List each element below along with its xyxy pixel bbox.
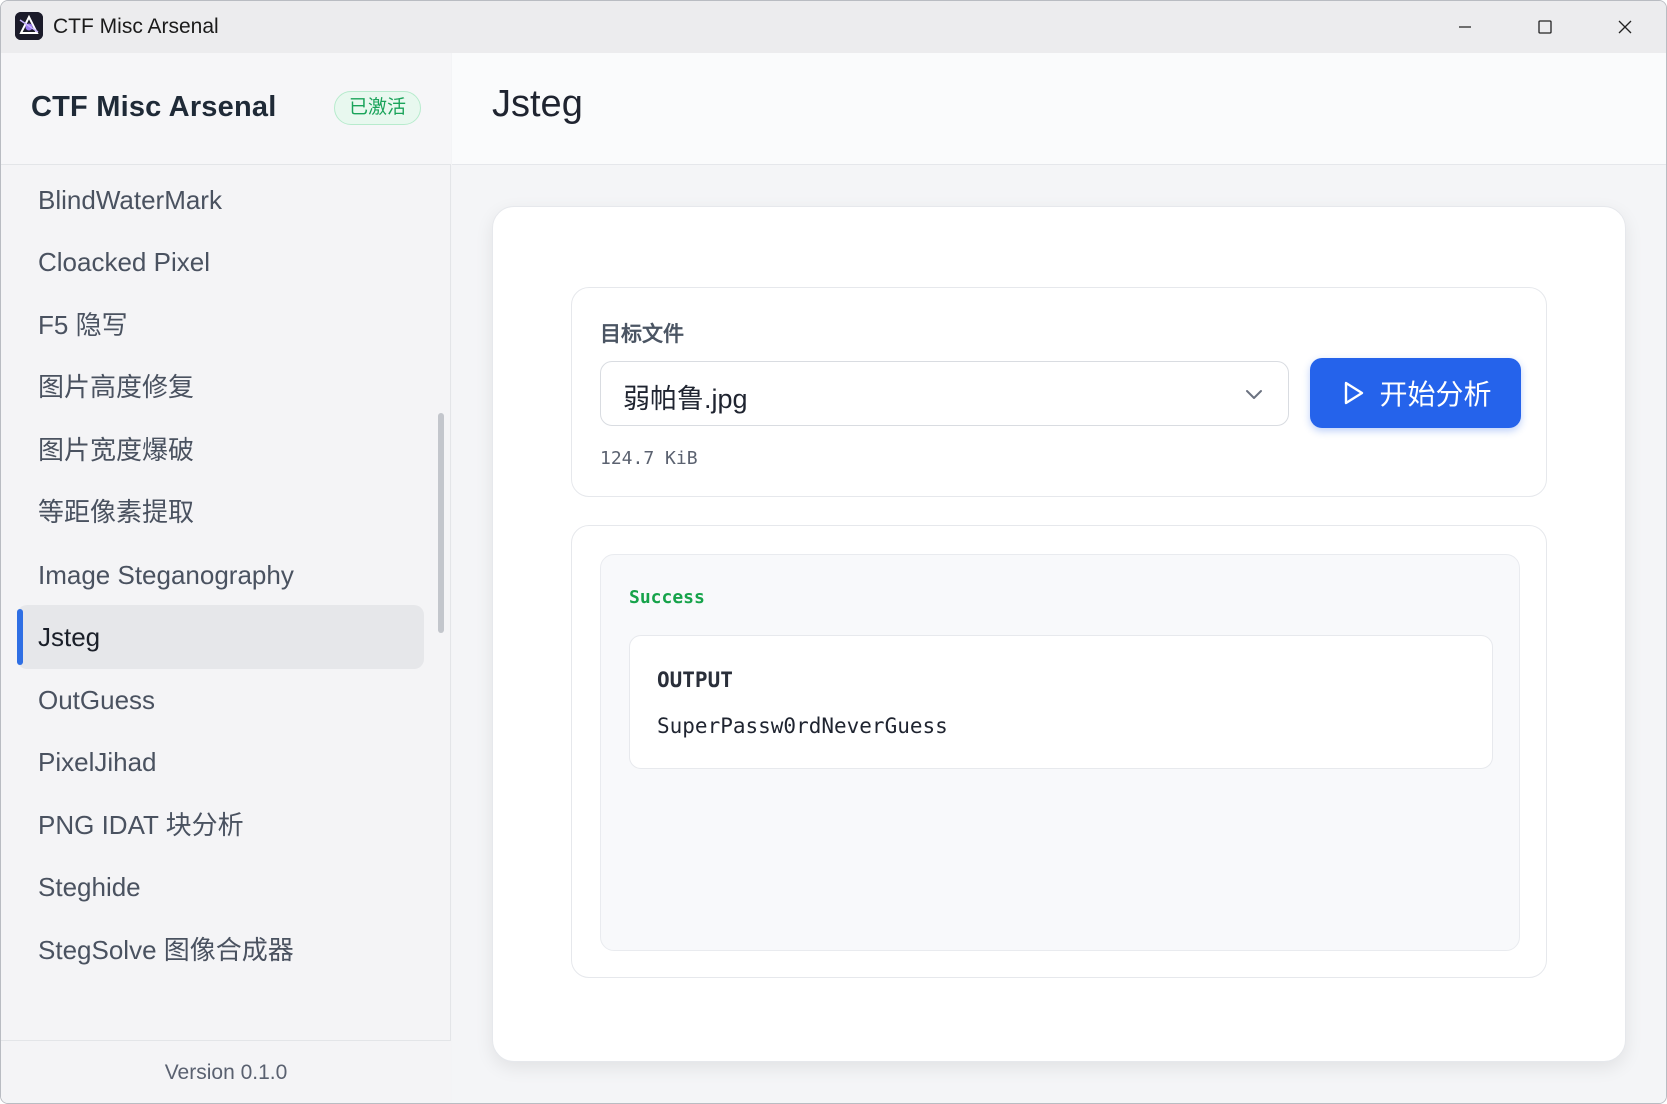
analyze-button[interactable]: 开始分析 [1310,358,1521,428]
close-button[interactable] [1585,1,1665,53]
sidebar-header: CTF Misc Arsenal 已激活 [1,53,451,165]
sidebar-item-steghide[interactable]: Steghide [17,855,424,919]
app-window: CTF Misc Arsenal CTF Misc Arsenal 已激活 Bl… [0,0,1667,1104]
sidebar-item-cloacked-pixel[interactable]: Cloacked Pixel [17,230,424,294]
sidebar-item-stegsolve[interactable]: StegSolve 图像合成器 [17,918,424,982]
sidebar-title: CTF Misc Arsenal [31,91,277,123]
file-select[interactable]: 弱帕鲁.jpg [600,361,1289,426]
file-select-value: 弱帕鲁.jpg [623,384,748,414]
chevron-down-icon [1246,390,1262,399]
output-label: OUTPUT [657,668,733,692]
sidebar-footer: Version 0.1.0 [1,1040,451,1103]
sidebar-item-image-steganography[interactable]: Image Steganography [17,543,424,607]
file-panel: 目标文件 弱帕鲁.jpg 开始分析 124.7 KiB [571,287,1547,497]
sidebar-item-image-width-brute[interactable]: 图片宽度爆破 [17,418,424,482]
file-label: 目标文件 [600,323,684,346]
maximize-button[interactable] [1505,1,1585,53]
sidebar-item-outguess[interactable]: OutGuess [17,668,424,732]
sidebar-scrollbar[interactable] [438,413,444,633]
page-title: Jsteg [492,83,583,125]
result-container: Success OUTPUT SuperPassw0rdNeverGuess [600,554,1520,951]
sidebar-item-image-height-fix[interactable]: 图片高度修复 [17,355,424,419]
analyze-button-label: 开始分析 [1379,379,1492,410]
window-title: CTF Misc Arsenal [53,15,219,38]
result-panel: Success OUTPUT SuperPassw0rdNeverGuess [571,525,1547,978]
sidebar-item-jsteg[interactable]: Jsteg [17,605,424,669]
play-icon [1345,381,1364,405]
sidebar-item-blindwatermark[interactable]: BlindWaterMark [17,168,424,232]
result-status: Success [629,587,705,608]
main-content: Jsteg 目标文件 弱帕鲁.jpg 开始分析 124.7 KiB Succes… [452,53,1666,1103]
tool-card: 目标文件 弱帕鲁.jpg 开始分析 124.7 KiB Success OUTP… [492,206,1626,1062]
title-bar: CTF Misc Arsenal [1,1,1666,53]
sidebar-item-pixeljihad[interactable]: PixelJihad [17,730,424,794]
sidebar-item-f5[interactable]: F5 隐写 [17,293,424,357]
minimize-button[interactable] [1425,1,1505,53]
output-value: SuperPassw0rdNeverGuess [657,714,948,738]
maximize-icon [1538,20,1552,34]
output-box: OUTPUT SuperPassw0rdNeverGuess [629,635,1493,769]
sidebar-item-pixel-extract[interactable]: 等距像素提取 [17,480,424,544]
sidebar: CTF Misc Arsenal 已激活 BlindWaterMark Cloa… [1,53,451,1103]
close-icon [1618,20,1632,34]
sidebar-item-png-idat[interactable]: PNG IDAT 块分析 [17,793,424,857]
main-header: Jsteg [452,53,1666,165]
app-logo-icon [15,12,43,40]
file-size: 124.7 KiB [600,448,698,469]
version-label: Version 0.1.0 [164,1061,288,1084]
status-badge: 已激活 [334,91,422,125]
minimize-icon [1459,26,1471,28]
